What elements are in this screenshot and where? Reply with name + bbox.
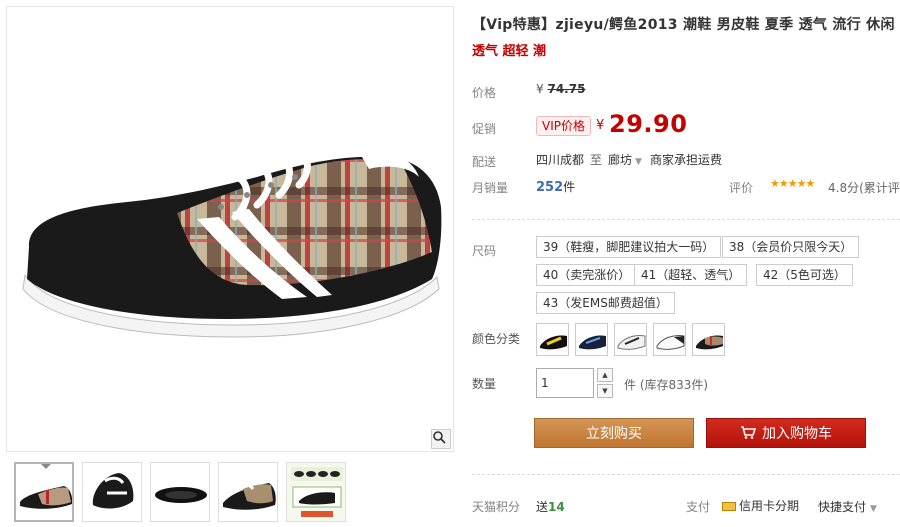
size-option[interactable]: 42（5色可选） xyxy=(756,264,853,286)
rating-stars-icon: ★★★★★ xyxy=(770,177,815,190)
quantity-input[interactable]: 1 xyxy=(536,368,594,398)
shipping-origin: 四川成都 xyxy=(536,153,585,167)
product-subtitle: 透气 超轻 潮 xyxy=(472,44,547,59)
add-to-cart-button[interactable]: 加入购物车 xyxy=(706,418,866,448)
monthly-sales-count: 252 xyxy=(536,180,564,195)
thumbnail-4[interactable] xyxy=(218,462,278,522)
white-sport-icon[interactable] xyxy=(614,323,647,356)
quick-pay-label: 快捷支付 xyxy=(818,500,867,514)
red-stripe-icon[interactable] xyxy=(692,323,725,356)
size-option[interactable]: 38（会员价只限今天） xyxy=(722,236,860,258)
divider xyxy=(472,219,900,220)
size-label: 尺码 xyxy=(472,244,497,258)
shipping-to-word: 至 xyxy=(590,153,603,167)
points-prefix: 送 xyxy=(536,500,549,514)
thumbnail-2[interactable] xyxy=(82,462,142,522)
rating-label: 评价 xyxy=(729,181,754,195)
shoe-illustration xyxy=(22,147,442,338)
original-price: ¥ 74.75 xyxy=(536,82,585,96)
product-title: 【Vip特惠】zjieyu/鳄鱼2013 潮鞋 男皮鞋 夏季 透气 流行 休闲 xyxy=(472,17,895,33)
points-label: 天猫积分 xyxy=(472,500,521,514)
promo-label: 促销 xyxy=(472,122,497,136)
thumbnail-1[interactable] xyxy=(14,462,74,522)
monthly-sales: 252件 xyxy=(536,178,575,195)
points-info: 送14 xyxy=(536,498,565,515)
shipping-label: 配送 xyxy=(472,155,497,169)
shipping-info: 四川成都至廊坊 ▼ 商家承担运费 xyxy=(536,151,722,168)
quick-pay-select[interactable]: 快捷支付 ▼ xyxy=(818,498,877,515)
color-options xyxy=(536,323,725,356)
shipping-note: 商家承担运费 xyxy=(649,153,722,167)
chevron-down-icon[interactable]: ▼ xyxy=(635,157,642,167)
buy-now-button[interactable]: 立刻购买 xyxy=(534,418,694,448)
thumbnail-strip xyxy=(6,462,454,527)
currency-symbol: ¥ xyxy=(536,82,544,96)
size-option[interactable]: 41（超轻、透气） xyxy=(634,264,748,286)
quantity-label: 数量 xyxy=(472,377,497,391)
price-label: 价格 xyxy=(472,86,497,100)
original-price-value: 74.75 xyxy=(547,82,586,96)
monthly-sales-unit: 件 xyxy=(563,180,576,194)
stock-info: 件 (库存833件) xyxy=(624,378,709,392)
white-black-icon[interactable] xyxy=(653,323,686,356)
thumbnail-3[interactable] xyxy=(150,462,210,522)
add-to-cart-label: 加入购物车 xyxy=(762,426,832,442)
credit-installment-label: 信用卡分期 xyxy=(739,499,800,513)
size-option[interactable]: 39（鞋瘦，脚肥建议拍大一码） xyxy=(536,236,722,258)
quantity-increase-icon[interactable]: ▲ xyxy=(597,368,613,382)
quantity-decrease-icon[interactable]: ▼ xyxy=(597,384,613,398)
shipping-destination-select[interactable]: 廊坊 xyxy=(608,153,632,167)
points-value: 14 xyxy=(548,500,565,514)
cart-icon xyxy=(740,419,757,449)
color-label: 颜色分类 xyxy=(472,332,521,346)
yellow-stripe-icon[interactable] xyxy=(536,323,569,356)
main-product-image[interactable] xyxy=(6,6,454,452)
payment-label: 支付 xyxy=(686,500,711,514)
rating-score-link[interactable]: 4.8分(累计评价 xyxy=(828,179,900,196)
size-option[interactable]: 43（发EMS邮费超值） xyxy=(536,292,675,314)
thumbnail-5[interactable] xyxy=(286,462,346,522)
credit-installment-link[interactable]: 信用卡分期 xyxy=(722,497,799,514)
product-gallery xyxy=(6,6,454,527)
credit-card-icon xyxy=(722,502,736,511)
divider xyxy=(472,474,900,475)
product-info-panel: 【Vip特惠】zjieyu/鳄鱼2013 潮鞋 男皮鞋 夏季 透气 流行 休闲 … xyxy=(472,0,900,527)
blue-stripe-icon[interactable] xyxy=(575,323,608,356)
size-option[interactable]: 40（卖完涨价） xyxy=(536,264,638,286)
promo-currency-symbol: ¥ xyxy=(596,118,605,133)
promo-price-value: 29.90 xyxy=(609,110,688,138)
chevron-down-icon[interactable]: ▼ xyxy=(870,504,877,514)
monthly-sales-label: 月销量 xyxy=(472,181,509,195)
vip-price-badge: VIP价格 xyxy=(536,116,591,136)
zoom-icon[interactable] xyxy=(431,429,451,449)
